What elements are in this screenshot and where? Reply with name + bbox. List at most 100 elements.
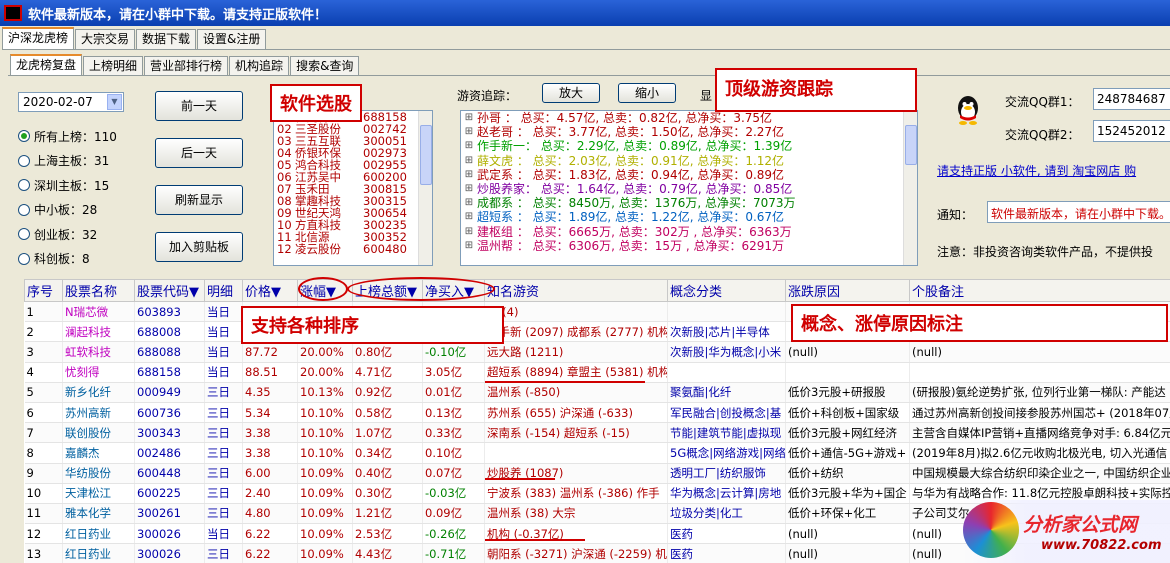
table-row[interactable]: 4 忧刻得 688158 当日 88.51 20.00% 4.71亿 3.05亿 超短系 (88…: [24, 362, 1170, 383]
table-cell: 0.34亿: [352, 442, 423, 464]
chevron-down-icon[interactable]: ▼: [107, 94, 122, 110]
column-header[interactable]: 个股备注: [909, 279, 1170, 302]
table-row[interactable]: 7 联创股份 300343 三日 3.38 10.10% 1.07亿 0.33亿 深南系 (-1…: [24, 422, 1170, 444]
date-picker[interactable]: 2020-02-07 ▼: [18, 92, 124, 112]
table-cell: -0.71亿: [422, 543, 485, 563]
table-cell: 联创股份: [62, 422, 135, 444]
tab-institution-track[interactable]: 机构追踪: [229, 56, 290, 76]
expand-icon[interactable]: ⊞: [461, 154, 477, 168]
watermark-title: 分析家公式网: [1023, 514, 1138, 536]
track-row[interactable]: ⊞ 薛文虎 ： 总买：2.03亿, 总卖：0.91亿, 总净买：1.12亿: [461, 154, 917, 168]
expand-icon[interactable]: ⊞: [461, 196, 477, 210]
table-row[interactable]: 3 虹软科技 688088 当日 87.72 20.00% 0.80亿 -0.10亿 远大路 (…: [24, 341, 1170, 363]
track-row[interactable]: ⊞ 赵老哥 ： 总买：3.77亿, 总卖：1.50亿, 总净买：2.27亿: [461, 125, 917, 139]
scrollbar-thumb[interactable]: [420, 125, 432, 185]
tab-search[interactable]: 搜索&查询: [290, 56, 360, 76]
copy-clipboard-button[interactable]: 加入剪贴板: [155, 232, 243, 262]
table-cell: 红日药业: [62, 543, 135, 563]
column-header[interactable]: 明细: [204, 279, 243, 302]
expand-icon[interactable]: ⊞: [461, 125, 477, 139]
radio-chinext[interactable]: 创业板：32: [18, 222, 117, 247]
table-cell: 低价+纺织: [785, 463, 910, 484]
table-cell: 炒股养 (1087): [484, 463, 668, 484]
track-row[interactable]: ⊞ 成都系 ： 总买：8450万, 总卖：1376万, 总净买：7073万: [461, 196, 917, 210]
column-header[interactable]: 股票代码▼: [134, 279, 205, 302]
tab-details[interactable]: 上榜明细: [83, 56, 144, 76]
radio-star[interactable]: 科创板：8: [18, 247, 117, 272]
track-row[interactable]: ⊞ 温州帮 ： 总买：6306万, 总卖：15万 , 总净买：6291万: [461, 239, 917, 253]
table-cell: 4.80: [242, 503, 298, 525]
radio-shanghai[interactable]: 上海主板：31: [18, 149, 117, 174]
zoom-out-button[interactable]: 缩小: [618, 83, 676, 103]
track-row[interactable]: ⊞ 炒股养家： 总买：1.64亿, 总卖：0.79亿, 总净买：0.85亿: [461, 182, 917, 196]
hot-money-track-list[interactable]: ⊞ 孙哥 ： 总买：4.57亿, 总卖：0.82亿, 总净买：3.75亿 ⊞ 赵老哥 …: [460, 110, 918, 266]
scrollbar-thumb[interactable]: [905, 125, 917, 165]
table-cell: 深南系 (-154) 超短系 (-15): [484, 422, 668, 444]
track-row-text: 孙哥 ： 总买：4.57亿, 总卖：0.82亿, 总净买：3.75亿: [477, 111, 773, 125]
tab-data-download[interactable]: 数据下载: [136, 29, 197, 49]
tab-longhu[interactable]: 沪深龙虎榜: [2, 27, 75, 49]
radio-all[interactable]: 所有上榜：110: [18, 124, 117, 149]
table-cell: 88.51: [242, 362, 298, 383]
track-row[interactable]: ⊞ 武定系 ： 总买：1.83亿, 总卖：0.94亿, 总净买：0.89亿: [461, 168, 917, 182]
stock-picker-item[interactable]: 12 凌云股份 600480: [274, 243, 432, 255]
table-cell: 忧刻得: [62, 362, 135, 383]
track-row[interactable]: ⊞ 建枢组 ： 总买：6665万, 总卖：302万 , 总净买：6363万: [461, 225, 917, 239]
sort-highlight-oval: [298, 277, 348, 301]
table-row[interactable]: 8 嘉麟杰 002486 三日 3.38 10.10% 0.34亿 0.10亿 5G概念|网络游…: [24, 442, 1170, 464]
expand-icon[interactable]: ⊞: [461, 182, 477, 196]
table-cell: 5G概念|网络游戏|网络: [667, 442, 786, 464]
expand-icon[interactable]: ⊞: [461, 168, 477, 182]
expand-icon[interactable]: ⊞: [461, 111, 477, 125]
refresh-button[interactable]: 刷新显示: [155, 185, 243, 215]
table-cell: 6.22: [242, 523, 298, 545]
tab-review[interactable]: 龙虎榜复盘: [10, 54, 83, 76]
expand-icon[interactable]: ⊞: [461, 210, 477, 224]
column-header[interactable]: 知名游资: [484, 279, 668, 302]
track-row[interactable]: ⊞ 超短系 ： 总买：1.89亿, 总卖：1.22亿, 总净买：0.67亿: [461, 210, 917, 224]
table-cell: 垃圾分类|化工: [667, 503, 786, 525]
prev-day-button[interactable]: 前一天: [155, 91, 243, 121]
table-row[interactable]: 5 新乡化纤 000949 三日 4.35 10.13% 0.92亿 0.01亿 温州系 (-8…: [24, 382, 1170, 403]
expand-icon[interactable]: ⊞: [461, 239, 477, 253]
tab-branch-rank[interactable]: 营业部排行榜: [144, 56, 229, 76]
table-cell: 苏州系 (655) 沪深通 (-633): [484, 402, 668, 424]
radio-sme[interactable]: 中小板：28: [18, 198, 117, 223]
column-header[interactable]: 概念分类: [667, 279, 786, 302]
table-cell: 6.00: [242, 463, 298, 484]
stock-picker-list[interactable]: 01忧刻得68815802三圣股份00274203三五互联30005104侨银环…: [273, 110, 433, 266]
shop-link[interactable]: 请支持正版 小软件, 请到 淘宝网店 购: [937, 162, 1136, 179]
column-header[interactable]: 股票名称: [62, 279, 135, 302]
table-cell: 300026: [134, 523, 205, 545]
table-cell: 华纺股份: [62, 463, 135, 484]
radio-shenzhen[interactable]: 深圳主板：15: [18, 173, 117, 198]
scrollbar[interactable]: [418, 111, 432, 265]
track-row[interactable]: ⊞ 孙哥 ： 总买：4.57亿, 总卖：0.82亿, 总净买：3.75亿: [461, 111, 917, 125]
table-cell: 澜起科技: [62, 321, 135, 343]
radio-dot-icon: [18, 228, 30, 241]
column-header[interactable]: 涨跌原因: [785, 279, 910, 302]
expand-icon[interactable]: ⊞: [461, 225, 477, 239]
tab-settings[interactable]: 设置&注册: [197, 29, 267, 49]
sub-tabs: 龙虎榜复盘 上榜明细 营业部排行榜 机构追踪 搜索&查询: [10, 54, 360, 76]
table-row[interactable]: 9 华纺股份 600448 三日 6.00 10.09% 0.40亿 0.07亿 炒股养 (10…: [24, 463, 1170, 484]
qq-group-2-field[interactable]: 152452012: [1093, 120, 1170, 142]
track-row-text: 温州帮 ： 总买：6306万, 总卖：15万 , 总净买：6291万: [477, 238, 785, 253]
tab-block-trade[interactable]: 大宗交易: [75, 29, 136, 49]
table-cell: (null): [909, 341, 1170, 363]
next-day-button[interactable]: 后一天: [155, 138, 243, 168]
table-cell: 688008: [134, 321, 205, 343]
qq-group-2-label: 交流QQ群2：: [1005, 128, 1080, 142]
table-cell: 三日: [204, 483, 243, 504]
column-header[interactable]: 序号: [24, 279, 63, 302]
qq-group-1-field[interactable]: 248784687: [1093, 88, 1170, 110]
scrollbar[interactable]: [903, 111, 917, 265]
column-header[interactable]: 价格▼: [242, 279, 298, 302]
table-cell: 300343: [134, 422, 205, 444]
display-label: 显: [700, 89, 713, 103]
expand-icon[interactable]: ⊞: [461, 139, 477, 153]
track-row[interactable]: ⊞ 作手新一： 总买：2.29亿, 总卖：0.89亿, 总净买：1.39亿: [461, 139, 917, 153]
zoom-in-button[interactable]: 放大: [542, 83, 600, 103]
table-row[interactable]: 6 苏州高新 600736 三日 5.34 10.10% 0.58亿 0.13亿 苏州系 (65…: [24, 402, 1170, 424]
track-row-text: 超短系 ： 总买：1.89亿, 总卖：1.22亿, 总净买：0.67亿: [477, 210, 785, 225]
